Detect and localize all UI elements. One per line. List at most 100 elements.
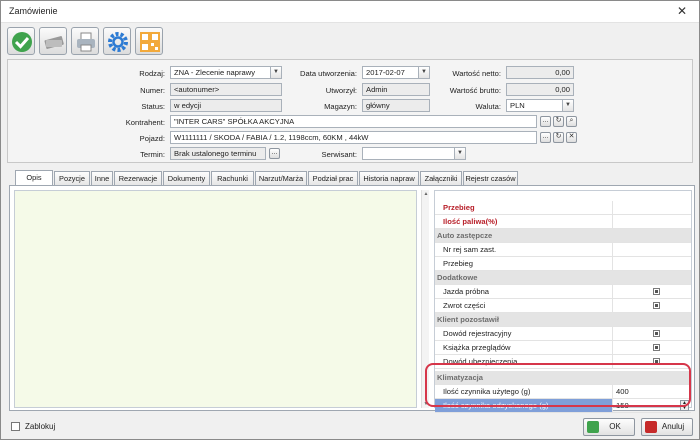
code-button[interactable] <box>135 27 163 55</box>
checkbox[interactable] <box>653 288 660 295</box>
grid-category-auto[interactable]: Auto zastępcze <box>435 229 691 243</box>
tab-pozycje[interactable]: Pozycje <box>54 171 90 185</box>
grid-row-dowod-rej[interactable]: Dowód rejestracyjny <box>435 327 691 341</box>
brutto-field: 0,00 <box>506 83 574 96</box>
magazyn-field: główny <box>362 99 430 112</box>
status-value: w edycji <box>174 101 202 110</box>
numer-label: Numer: <box>140 86 165 95</box>
grid-row-jazda[interactable]: Jazda próbna <box>435 285 691 299</box>
grid-row-przebieg-zast[interactable]: Przebieg <box>435 257 691 271</box>
refresh-icon[interactable]: ↻ <box>553 116 564 127</box>
utworzyl-value: Admin <box>366 85 388 94</box>
brutto-value: 0,00 <box>555 85 570 94</box>
tab-inne[interactable]: Inne <box>91 171 113 185</box>
tab-zalaczniki[interactable]: Załączniki <box>420 171 462 185</box>
pojazd-browse-button[interactable]: ... <box>540 132 551 143</box>
grid-row-nr-rej[interactable]: Nr rej sam zast. <box>435 243 691 257</box>
clear-icon[interactable]: ✕ <box>566 132 577 143</box>
print-button[interactable] <box>71 27 99 55</box>
serwisant-label: Serwisant: <box>321 150 357 159</box>
close-icon[interactable]: ✕ <box>677 4 687 18</box>
grid-label: Ilość paliwa(%) <box>435 215 613 228</box>
printer-icon <box>77 32 95 52</box>
numer-field: <autonumer> <box>170 83 282 96</box>
brutto-label: Wartość brutto: <box>449 86 501 95</box>
numer-value: <autonumer> <box>174 85 220 94</box>
highlight-frame <box>425 363 691 407</box>
grid-category-klient[interactable]: Klient pozostawił <box>435 313 691 327</box>
checkbox[interactable] <box>653 330 660 337</box>
serwisant-select[interactable]: ▼ <box>362 147 466 160</box>
checkbox[interactable] <box>653 344 660 351</box>
qr-code-icon <box>140 32 160 52</box>
payment-button[interactable] <box>39 27 67 55</box>
grid-row-przebieg[interactable]: Przebieg <box>435 201 691 215</box>
grid-label: Dowód rejestracyjny <box>435 327 613 340</box>
ok-label: OK <box>609 422 621 431</box>
netto-value: 0,00 <box>555 68 570 77</box>
chevron-down-icon[interactable]: ▼ <box>454 148 465 159</box>
banknote-icon <box>44 36 64 49</box>
grid-category-label: Klient pozostawił <box>435 313 691 326</box>
magazyn-value: główny <box>366 101 390 110</box>
tab-dokumenty[interactable]: Dokumenty <box>163 171 210 185</box>
tab-narzut-marza[interactable]: Narzut/Marża <box>255 171 307 185</box>
tab-rezerwacje[interactable]: Rezerwacje <box>114 171 162 185</box>
tab-rachunki[interactable]: Rachunki <box>211 171 254 185</box>
utworzyl-label: Utworzył: <box>325 86 357 95</box>
search-icon[interactable]: ⌕ <box>566 116 577 127</box>
grid-label: Nr rej sam zast. <box>435 243 613 256</box>
waluta-label: Waluta: <box>475 102 501 111</box>
termin-browse-button[interactable]: ... <box>269 148 280 159</box>
footer: Zablokuj OK Anuluj <box>1 413 699 439</box>
kontrahent-value: "INTER CARS" SPÓŁKA AKCYJNA <box>174 117 295 126</box>
rodzaj-value: ZNA - Zlecenie naprawy <box>174 68 256 77</box>
tab-opis[interactable]: Opis <box>15 170 53 185</box>
checkbox[interactable] <box>653 302 660 309</box>
check-icon <box>12 32 32 52</box>
pojazd-label: Pojazd: <box>139 134 165 143</box>
netto-field: 0,00 <box>506 66 574 79</box>
rodzaj-select[interactable]: ZNA - Zlecenie naprawy ▼ <box>170 66 282 79</box>
grid-label: Książka przeglądów <box>435 341 613 354</box>
save-button[interactable] <box>7 27 35 55</box>
grid-row-zwrot[interactable]: Zwrot części <box>435 299 691 313</box>
title-bar: Zamówienie ✕ <box>1 1 699 23</box>
chevron-down-icon[interactable]: ▼ <box>270 67 281 78</box>
grid-category-dodatkowe[interactable]: Dodatkowe <box>435 271 691 285</box>
waluta-value: PLN <box>510 101 525 110</box>
pojazd-field[interactable]: W1111111 / SKODA / FABIA / 1.2, 1198ccm,… <box>170 131 537 144</box>
status-field: w edycji <box>170 99 282 112</box>
kontrahent-browse-button[interactable]: ... <box>540 116 551 127</box>
date-field[interactable]: 2017-02-07 ▼ <box>362 66 430 79</box>
tab-historia-napraw[interactable]: Historia napraw <box>359 171 419 185</box>
tab-podzial-prac[interactable]: Podział prac <box>308 171 358 185</box>
settings-button[interactable] <box>103 27 131 55</box>
scroll-up-icon[interactable]: ▲ <box>422 190 430 198</box>
chevron-down-icon[interactable]: ▼ <box>418 67 429 78</box>
rodzaj-label: Rodzaj: <box>139 69 165 78</box>
utworzyl-field: Admin <box>362 83 430 96</box>
termin-value: Brak ustalonego terminu <box>174 149 257 158</box>
zablokuj-checkbox[interactable] <box>11 422 20 431</box>
gear-icon <box>108 32 128 52</box>
ok-button[interactable]: OK <box>583 418 635 436</box>
refresh-icon[interactable]: ↻ <box>553 132 564 143</box>
tab-rejestr-czasow[interactable]: Rejestr czasów <box>463 171 518 185</box>
grid-label: Przebieg <box>435 201 613 214</box>
date-value: 2017-02-07 <box>366 68 405 77</box>
grid-label: Zwrot części <box>435 299 613 312</box>
description-memo[interactable] <box>14 190 417 408</box>
grid-label: Przebieg <box>435 257 613 270</box>
kontrahent-field[interactable]: "INTER CARS" SPÓŁKA AKCYJNA <box>170 115 537 128</box>
termin-field: Brak ustalonego terminu <box>170 147 266 160</box>
grid-row-ksiazka[interactable]: Książka przeglądów <box>435 341 691 355</box>
cancel-button[interactable]: Anuluj <box>641 418 693 436</box>
waluta-select[interactable]: PLN ▼ <box>506 99 574 112</box>
netto-label: Wartość netto: <box>452 69 501 78</box>
window-title: Zamówienie <box>9 6 58 16</box>
chevron-down-icon[interactable]: ▼ <box>562 100 573 111</box>
order-window: Zamówienie ✕ Rodzaj: ZNA - Zlecenie napr… <box>0 0 700 440</box>
grid-label: Jazda próbna <box>435 285 613 298</box>
grid-row-paliwo[interactable]: Ilość paliwa(%) <box>435 215 691 229</box>
